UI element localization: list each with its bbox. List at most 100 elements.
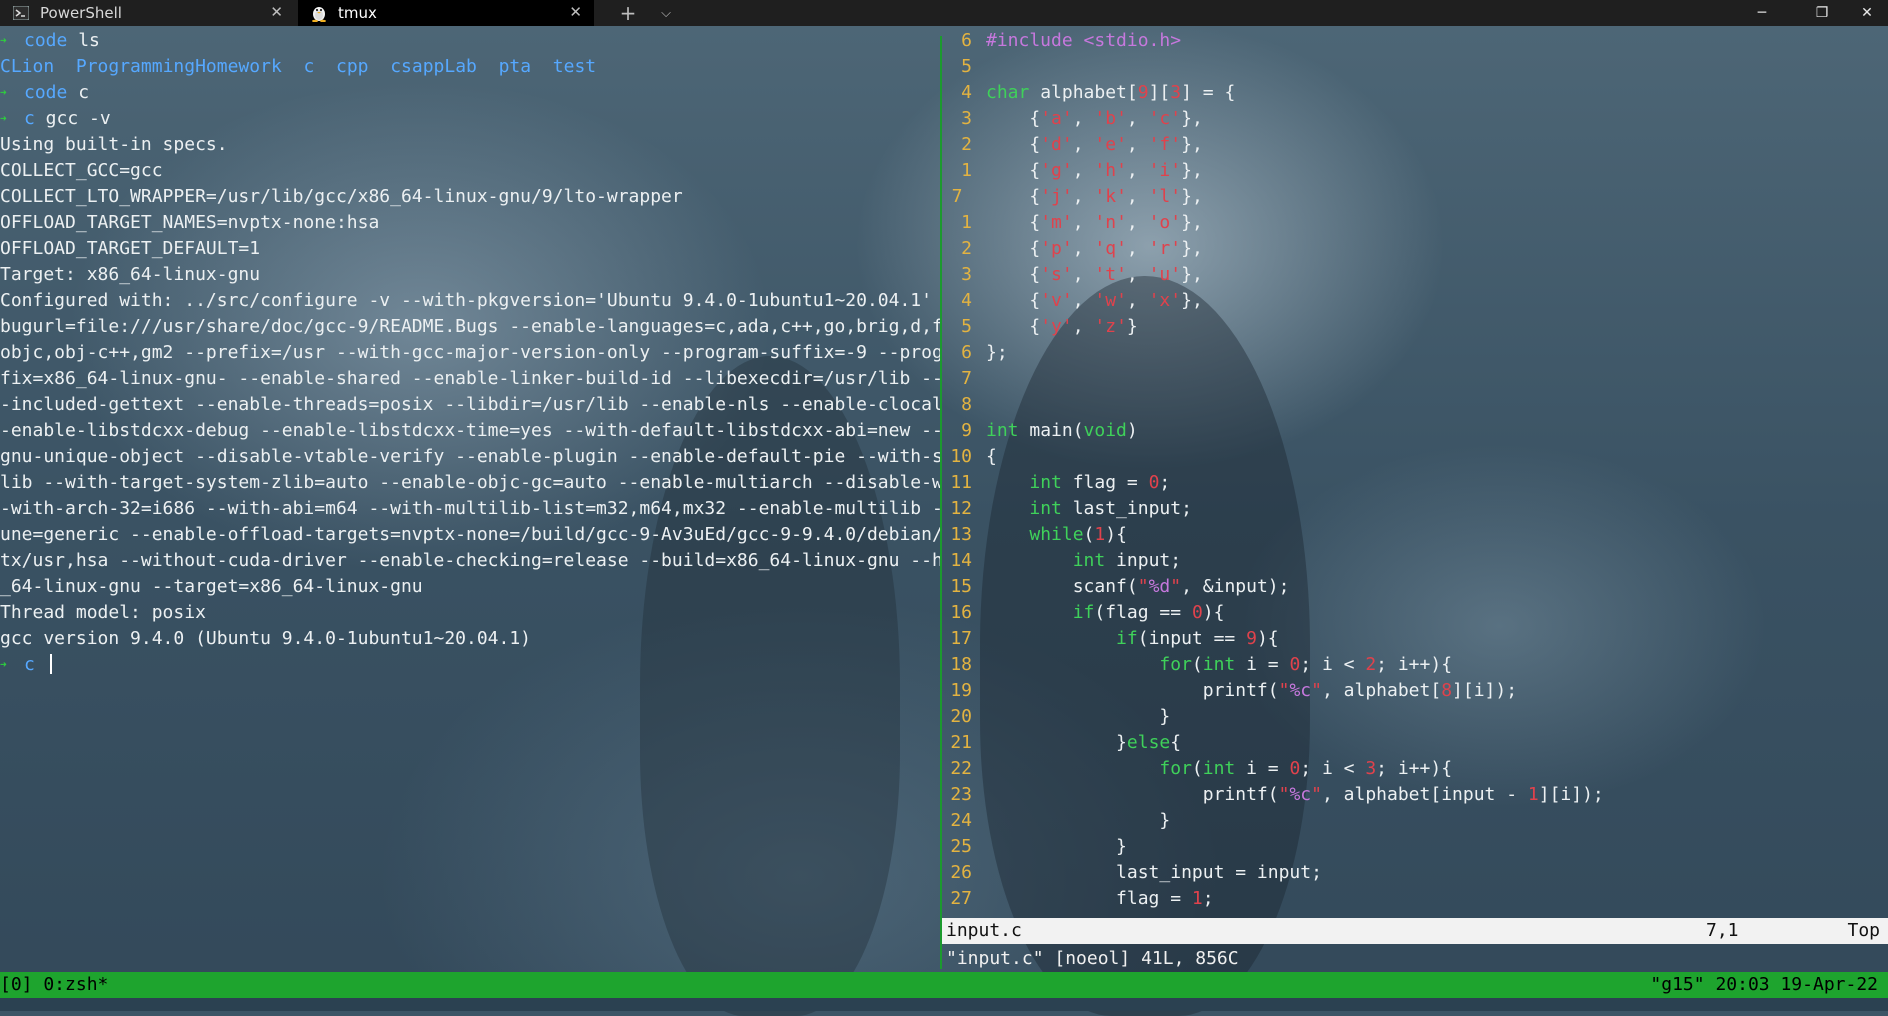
code-line[interactable]: 7 bbox=[942, 366, 1888, 392]
code-line[interactable]: 6}; bbox=[942, 340, 1888, 366]
terminal-line: COLLECT_GCC=gcc bbox=[0, 158, 940, 184]
vim-scroll-indicator: Top bbox=[1847, 920, 1880, 941]
code-line[interactable]: 4 {'v', 'w', 'x'}, bbox=[942, 288, 1888, 314]
code-string: 'f' bbox=[1148, 134, 1182, 155]
code-line[interactable]: 22 for(int i = 0; i < 3; i++){ bbox=[942, 756, 1888, 782]
terminal-output-text: OFFLOAD_TARGET_NAMES=nvptx-none:hsa bbox=[0, 212, 380, 233]
code-line[interactable]: 16 if(flag == 0){ bbox=[942, 600, 1888, 626]
code-line[interactable]: 2 {'p', 'q', 'r'}, bbox=[942, 236, 1888, 262]
code-text: , bbox=[1126, 238, 1149, 259]
code-line[interactable]: 19 printf("%c", alphabet[8][i]); bbox=[942, 678, 1888, 704]
tmux-window-list[interactable]: [0] 0:zsh* bbox=[0, 972, 108, 998]
code-text: i = bbox=[1235, 654, 1290, 675]
tab-tmux[interactable]: tmux ✕ bbox=[298, 0, 594, 26]
line-number: 2 bbox=[961, 134, 972, 155]
code-line[interactable]: 13 while(1){ bbox=[942, 522, 1888, 548]
tmux-status-bar: [0] 0:zsh* "g15" 20:03 19-Apr-22 bbox=[0, 972, 1888, 998]
code-line[interactable]: 15 scanf("%d", &input); bbox=[942, 574, 1888, 600]
code-line[interactable]: 24 } bbox=[942, 808, 1888, 834]
ls-directory-entry[interactable]: pta bbox=[499, 56, 532, 77]
terminal-pane-left[interactable]: ➜ code ls CLion ProgrammingHomework c cpp … bbox=[0, 28, 940, 968]
code-text: , bbox=[1072, 290, 1095, 311]
code-line[interactable]: 21 }else{ bbox=[942, 730, 1888, 756]
line-number: 13 bbox=[950, 524, 972, 545]
code-line[interactable]: 10 { bbox=[942, 444, 1888, 470]
terminal-line: une=generic --enable-offload-targets=nvp… bbox=[0, 522, 940, 548]
ls-directory-entry[interactable]: test bbox=[553, 56, 596, 77]
code-string: 'm' bbox=[1040, 212, 1073, 233]
terminal-line: COLLECT_LTO_WRAPPER=/usr/lib/gcc/x86_64-… bbox=[0, 184, 940, 210]
ls-directory-entry[interactable]: CLion bbox=[0, 56, 54, 77]
tab-powershell[interactable]: PowerShell ✕ bbox=[0, 0, 295, 26]
minimize-button[interactable]: ─ bbox=[1732, 0, 1792, 26]
code-line[interactable]: 7 {'j', 'k', 'l'}, bbox=[942, 184, 1888, 210]
code-line[interactable]: 1 {'m', 'n', 'o'}, bbox=[942, 210, 1888, 236]
vim-message-line: "input.c" [noeol] 41L, 856C bbox=[946, 948, 1239, 969]
vim-editor-pane[interactable]: 6 #include <stdio.h> 5 4 char alphabet[9][3]… bbox=[942, 28, 1888, 968]
code-line[interactable]: 27 flag = 1; bbox=[942, 886, 1888, 912]
ls-directory-entry[interactable]: csappLab bbox=[390, 56, 477, 77]
maximize-button[interactable]: ❐ bbox=[1792, 0, 1852, 26]
linux-tux-icon bbox=[310, 4, 328, 22]
code-line[interactable]: 4 char alphabet[9][3] = { bbox=[942, 80, 1888, 106]
code-line[interactable]: 5 {'y', 'z'} bbox=[942, 314, 1888, 340]
terminal-output-text: -with-arch-32=i686 --with-abi=m64 --with… bbox=[0, 498, 940, 519]
chevron-down-icon[interactable]: ⌵ bbox=[652, 0, 680, 26]
ls-directory-entry[interactable]: ProgrammingHomework bbox=[76, 56, 282, 77]
close-tab-icon[interactable]: ✕ bbox=[270, 3, 283, 21]
code-number: 9 bbox=[1137, 82, 1149, 103]
code-line[interactable]: 2 {'d', 'e', 'f'}, bbox=[942, 132, 1888, 158]
code-preprocessor: #include <stdio.h> bbox=[986, 30, 1182, 51]
code-line[interactable]: 14 int input; bbox=[942, 548, 1888, 574]
code-line[interactable]: 8 bbox=[942, 392, 1888, 418]
code-line[interactable]: 1 {'g', 'h', 'i'}, bbox=[942, 158, 1888, 184]
ls-directory-entry[interactable]: c bbox=[303, 56, 314, 77]
new-tab-button[interactable]: + bbox=[614, 0, 642, 26]
line-number: 26 bbox=[950, 862, 972, 883]
code-line[interactable]: 26 last_input = input; bbox=[942, 860, 1888, 886]
ls-directory-entry[interactable]: cpp bbox=[336, 56, 369, 77]
code-string: 'k' bbox=[1094, 186, 1127, 207]
code-line[interactable]: 6 #include <stdio.h> bbox=[942, 28, 1888, 54]
line-number: 4 bbox=[961, 290, 972, 311]
tab-bar: PowerShell ✕ tmux ✕ + ⌵ ─ ❐ ✕ bbox=[0, 0, 1888, 26]
code-line[interactable]: 3 {'a', 'b', 'c'}, bbox=[942, 106, 1888, 132]
close-window-button[interactable]: ✕ bbox=[1846, 0, 1888, 26]
code-line[interactable]: 18 for(int i = 0; i < 2; i++){ bbox=[942, 652, 1888, 678]
terminal-output-text: bugurl=file:///usr/share/doc/gcc-9/READM… bbox=[0, 316, 940, 337]
line-number: 5 bbox=[961, 316, 972, 337]
code-line[interactable]: 17 if(input == 9){ bbox=[942, 626, 1888, 652]
code-string: 'j' bbox=[1040, 186, 1073, 207]
terminal-line: Target: x86_64-linux-gnu bbox=[0, 262, 940, 288]
line-number: 10 bbox=[950, 446, 972, 467]
code-format-specifier: %c bbox=[1289, 784, 1312, 805]
terminal-line: -included-gettext --enable-threads=posix… bbox=[0, 392, 940, 418]
code-line[interactable]: 9 int main(void) bbox=[942, 418, 1888, 444]
code-line[interactable]: 23 printf("%c", alphabet[input - 1][i]); bbox=[942, 782, 1888, 808]
code-line[interactable]: 3 {'s', 't', 'u'}, bbox=[942, 262, 1888, 288]
code-text: }, bbox=[1181, 160, 1203, 181]
line-number: 11 bbox=[950, 472, 972, 493]
code-text: , bbox=[1126, 160, 1149, 181]
close-tab-icon[interactable]: ✕ bbox=[569, 3, 582, 21]
prompt-command: ls bbox=[67, 30, 100, 51]
code-text: ; bbox=[1159, 472, 1171, 493]
code-line[interactable]: 12 int last_input; bbox=[942, 496, 1888, 522]
code-text: } bbox=[986, 836, 1127, 857]
terminal-line: Configured with: ../src/configure -v --w… bbox=[0, 288, 940, 314]
code-line[interactable]: 11 int flag = 0; bbox=[942, 470, 1888, 496]
terminal-output-text: COLLECT_LTO_WRAPPER=/usr/lib/gcc/x86_64-… bbox=[0, 186, 683, 207]
line-number: 17 bbox=[950, 628, 972, 649]
code-text: } bbox=[986, 706, 1171, 727]
code-line[interactable]: 25 } bbox=[942, 834, 1888, 860]
terminal-line: -with-arch-32=i686 --with-abi=m64 --with… bbox=[0, 496, 940, 522]
code-number: 8 bbox=[1441, 680, 1453, 701]
line-number: 9 bbox=[961, 420, 972, 441]
code-line[interactable]: 5 bbox=[942, 54, 1888, 80]
terminal-output-text: Thread model: posix bbox=[0, 602, 206, 623]
code-string: 'u' bbox=[1148, 264, 1182, 285]
code-line[interactable]: 20 } bbox=[942, 704, 1888, 730]
code-text: i = bbox=[1235, 758, 1290, 779]
code-text: ( bbox=[1083, 524, 1095, 545]
code-text: , bbox=[1072, 186, 1095, 207]
